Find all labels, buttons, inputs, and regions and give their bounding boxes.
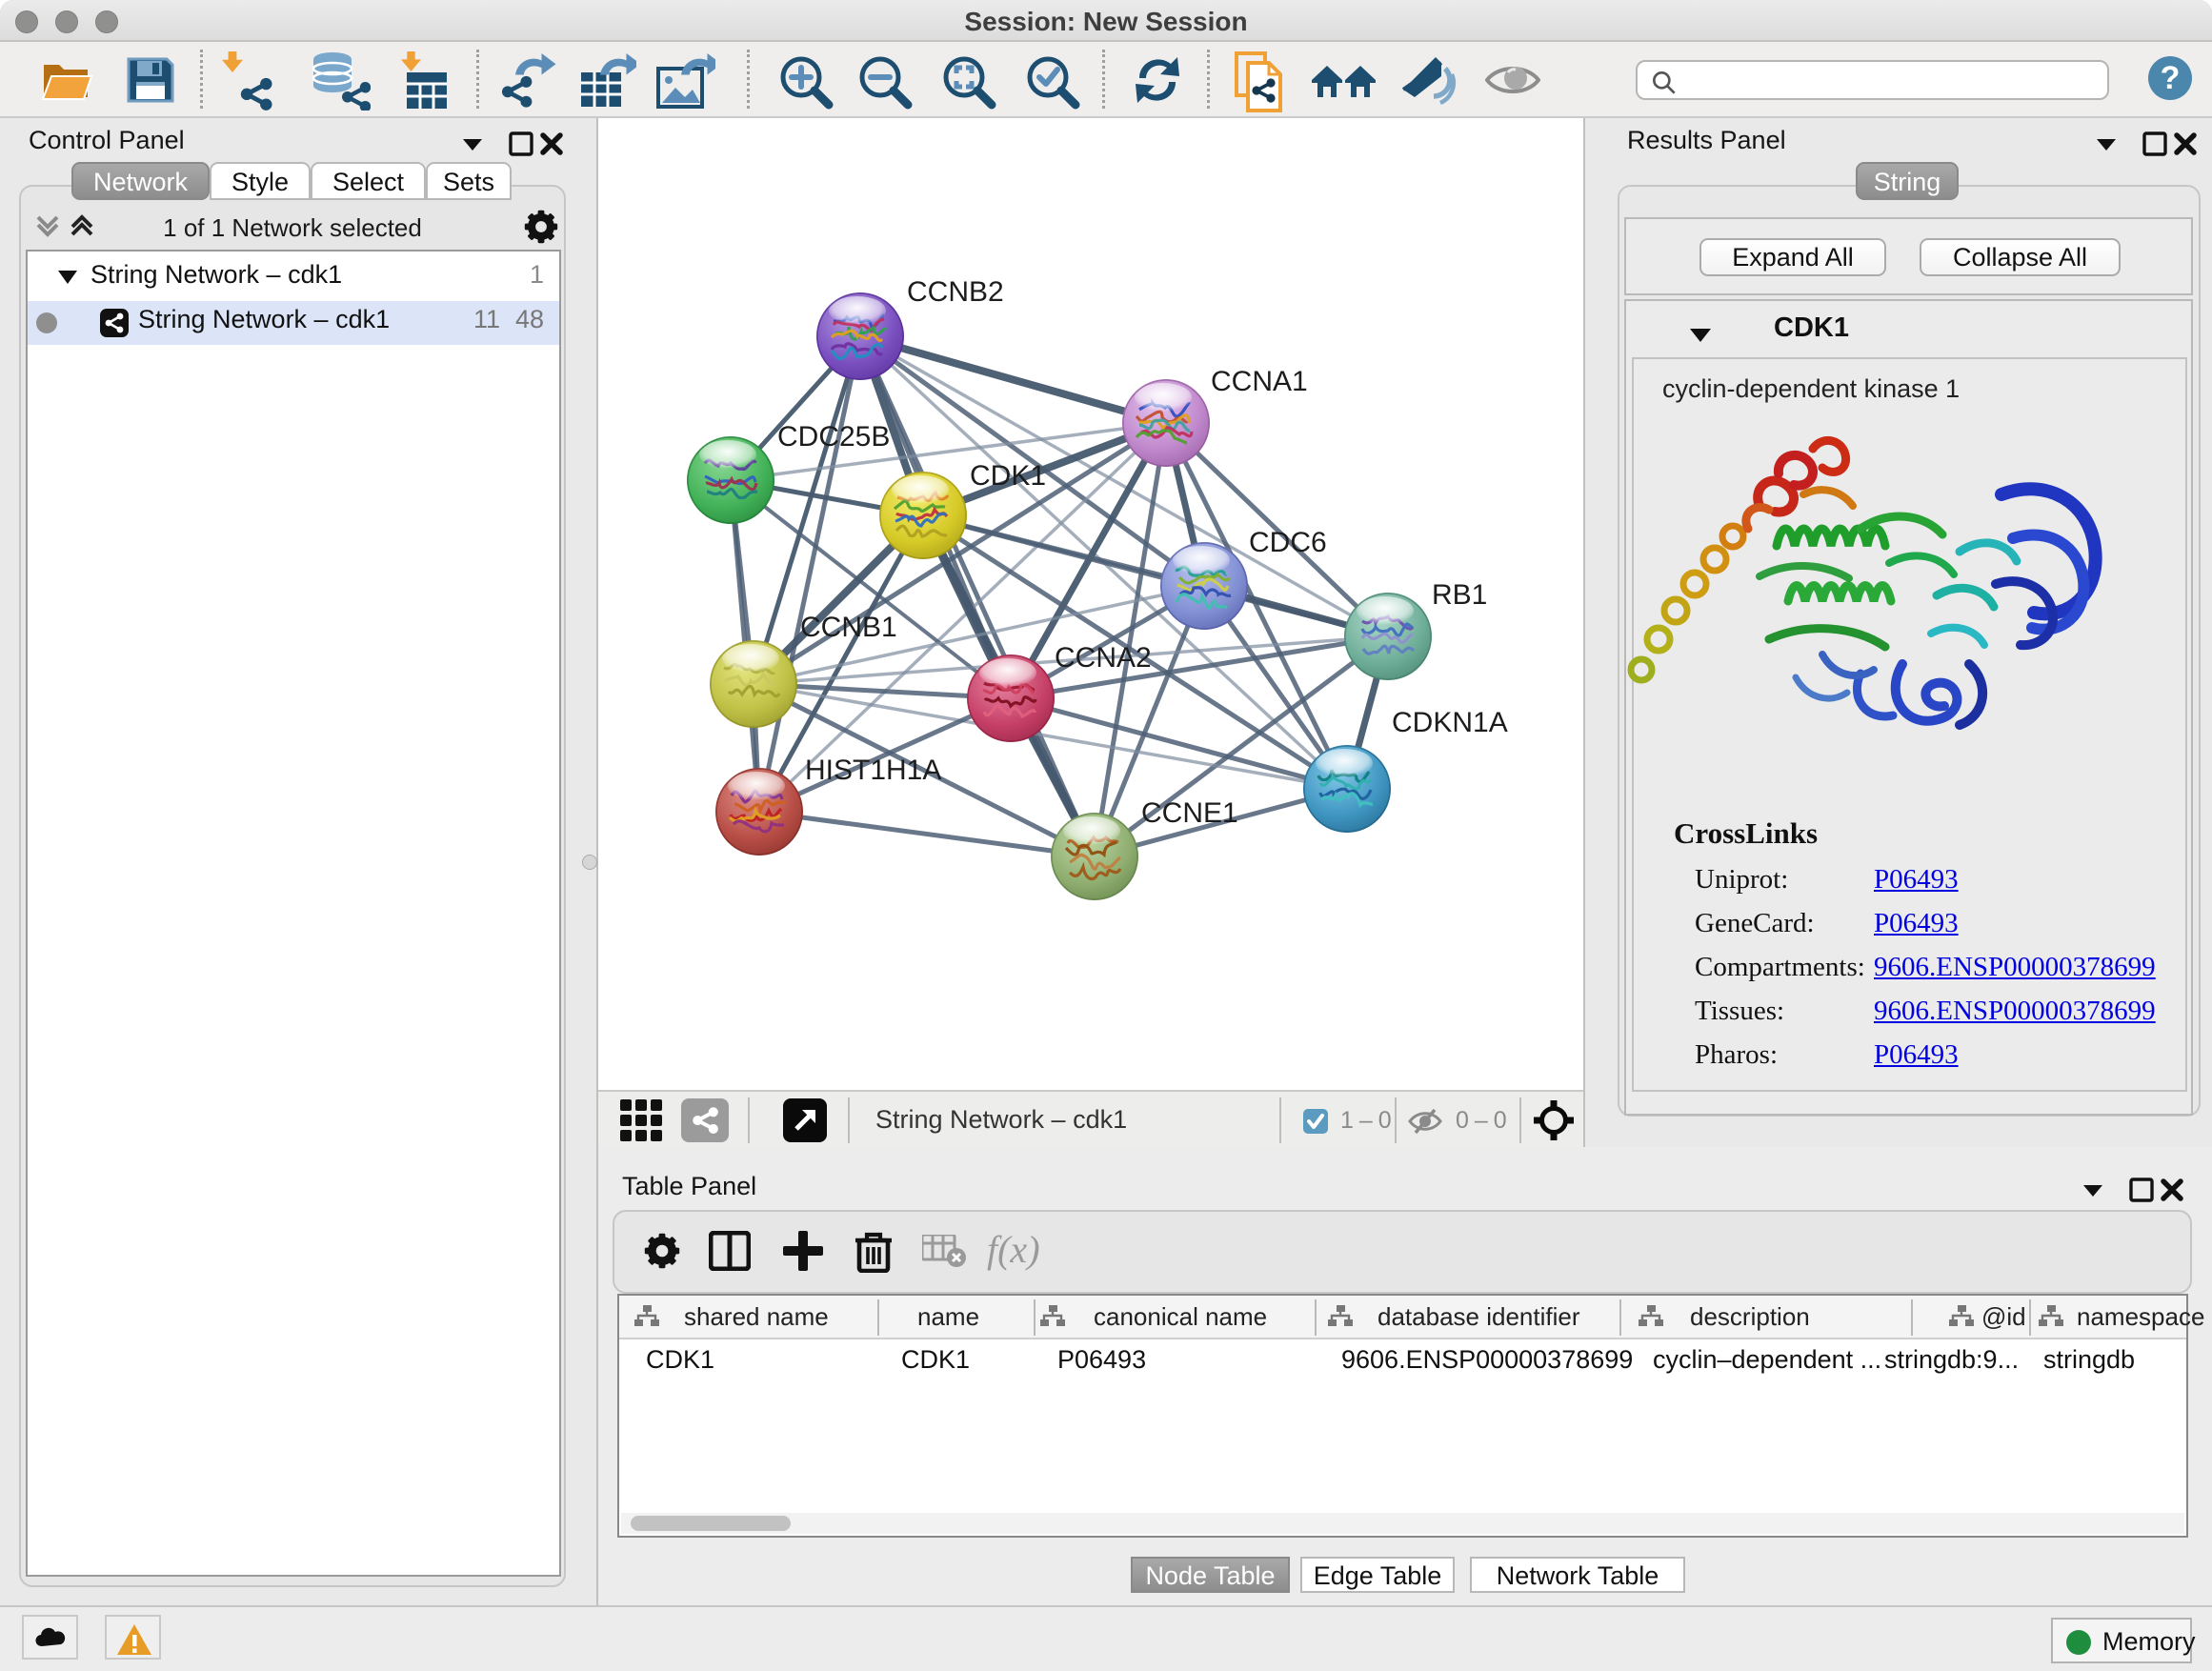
svg-text:CDC6: CDC6 [1249,527,1327,558]
svg-text:CDC25B: CDC25B [777,421,890,453]
svg-text:CDK1: CDK1 [970,460,1046,492]
svg-text:CDKN1A: CDKN1A [1392,707,1508,738]
svg-text:HIST1H1A: HIST1H1A [805,755,941,786]
svg-text:RB1: RB1 [1432,579,1487,611]
svg-text:CCNA1: CCNA1 [1211,366,1308,397]
svg-text:CCNA2: CCNA2 [1055,642,1152,674]
svg-text:CCNE1: CCNE1 [1141,797,1238,829]
svg-text:CCNB1: CCNB1 [800,612,897,643]
svg-text:CCNB2: CCNB2 [907,276,1004,308]
